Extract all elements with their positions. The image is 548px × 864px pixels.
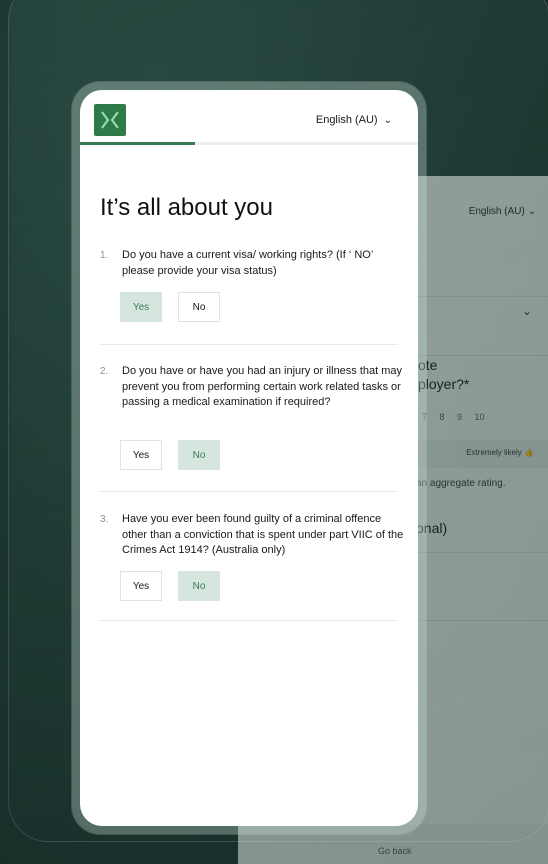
back-card-likely-label: Extremely likely 👍 [466, 448, 534, 457]
question-number: 2. [100, 366, 109, 377]
back-card-scale: 7 8 9 10 [422, 412, 485, 422]
question-text: Do you have or have you had an injury or… [122, 365, 403, 408]
q3-yes-button[interactable]: Yes [120, 571, 162, 601]
question-text: Have you ever been found guilty of a cri… [122, 513, 404, 556]
divider [100, 620, 398, 621]
chevron-down-icon: ⌄ [521, 304, 532, 318]
language-label: English (AU) [315, 114, 378, 126]
go-back-button[interactable]: Go back [378, 846, 412, 856]
question-text: Do you have a current visa/ working righ… [122, 249, 373, 277]
q1-yes-button[interactable]: Yes [120, 292, 162, 322]
page-title: It’s all about you [100, 194, 274, 221]
back-card-aggregate-text: an aggregate rating. [416, 478, 506, 489]
progress-bar [80, 142, 418, 145]
question-number: 3. [100, 514, 109, 525]
chevron-down-icon: ⌄ [383, 115, 392, 126]
back-language-selector: English (AU) ⌄ [468, 206, 536, 217]
survey-screen: English (AU) ⌄ It’s all about you 1. Do y… [80, 90, 418, 826]
question-number: 1. [100, 250, 109, 261]
q2-yes-button[interactable]: Yes [120, 440, 162, 470]
divider [100, 344, 398, 345]
divider [100, 491, 398, 492]
thumbs-up-icon: 👍 [524, 448, 534, 457]
progress-fill [80, 142, 195, 145]
x-logo-icon [94, 104, 126, 136]
language-selector[interactable]: English (AU) ⌄ [316, 114, 392, 126]
q1-no-button[interactable]: No [178, 292, 220, 322]
q3-no-button[interactable]: No [178, 571, 220, 601]
phone-frame: English (AU) ⌄ It’s all about you 1. Do y… [72, 82, 426, 834]
q2-no-button[interactable]: No [178, 440, 220, 470]
